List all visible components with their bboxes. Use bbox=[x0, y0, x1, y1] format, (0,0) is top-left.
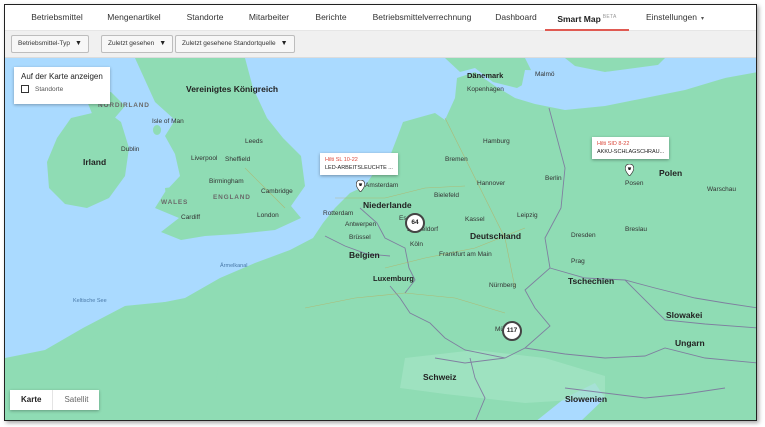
app-window: Betriebsmittel Mengenartikel Standorte M… bbox=[4, 4, 757, 421]
map-label-city: Kopenhagen bbox=[467, 86, 504, 93]
nav-item-betriebsmittelverrechnung[interactable]: Betriebsmittelverrechnung bbox=[367, 5, 477, 31]
map-type-toggle: Karte Satellit bbox=[10, 390, 100, 410]
standorte-checkbox-label: Standorte bbox=[35, 85, 64, 93]
map-label-country: Belgien bbox=[349, 250, 380, 260]
map-label-city: Posen bbox=[625, 180, 644, 187]
filter-label: Zuletzt gesehen bbox=[108, 40, 155, 47]
map-label-country: Deutschland bbox=[470, 231, 522, 241]
map-label-city: Birmingham bbox=[209, 178, 244, 185]
nav-label: Berichte bbox=[315, 12, 347, 22]
map-label-country: Dänemark bbox=[467, 71, 504, 80]
map-label-city: Rotterdam bbox=[323, 210, 354, 217]
map-label-city: Bremen bbox=[445, 156, 468, 163]
marker-popup[interactable]: Hilti SID 8-22 AKKU-SCHLAGSCHRAU... bbox=[592, 137, 670, 159]
map-label-city: Köln bbox=[410, 241, 424, 248]
marker-cluster[interactable]: 64 bbox=[405, 213, 425, 233]
triangle-down-icon: ▼ bbox=[159, 40, 167, 47]
overlay-title: Auf der Karte anzeigen bbox=[21, 72, 103, 81]
nav-item-berichte[interactable]: Berichte bbox=[311, 5, 351, 31]
top-navigation: Betriebsmittel Mengenartikel Standorte M… bbox=[5, 5, 756, 31]
map-label-city: Malmö bbox=[535, 71, 555, 78]
nav-item-smart-map[interactable]: Smart Map BETA bbox=[545, 5, 629, 31]
nav-label: Smart Map bbox=[557, 13, 601, 24]
marker-name: LED-ARBEITSLEUCHTE ... bbox=[325, 165, 393, 171]
map-label-country: Slowenien bbox=[565, 394, 608, 404]
map-label-city: Cambridge bbox=[261, 188, 293, 195]
map-label-city: Frankfurt am Main bbox=[439, 251, 492, 258]
map-type-satellit-button[interactable]: Satellit bbox=[52, 390, 99, 410]
marker-cluster[interactable]: 117 bbox=[502, 321, 522, 341]
map-label-country: Polen bbox=[659, 168, 683, 178]
map-label-city: Cardiff bbox=[181, 214, 201, 221]
marker-popup[interactable]: Hilti SL 10-22 LED-ARBEITSLEUCHTE ... bbox=[320, 153, 398, 175]
nav-item-dashboard[interactable]: Dashboard bbox=[491, 5, 541, 31]
nav-item-betriebsmittel[interactable]: Betriebsmittel bbox=[27, 5, 87, 31]
map-label-country: Schweiz bbox=[423, 372, 457, 382]
filter-label: Zuletzt gesehene Standortquelle bbox=[182, 40, 276, 47]
filter-bar: Betriebsmittel-Typ ▼ Zuletzt gesehen ▼ Zul… bbox=[5, 31, 756, 58]
map-type-karte-button[interactable]: Karte bbox=[10, 390, 52, 410]
map-label-country: Irland bbox=[83, 157, 107, 167]
map-label-city: Brüssel bbox=[349, 234, 371, 241]
map-label-city: London bbox=[257, 212, 279, 219]
map-label-city: Hamburg bbox=[483, 138, 510, 145]
triangle-down-icon: ▼ bbox=[75, 40, 82, 47]
map-label-city: Kassel bbox=[465, 216, 485, 223]
filter-standortquelle[interactable]: Zuletzt gesehene Standortquelle ▼ bbox=[175, 35, 295, 53]
map-label-sea: Keltische See bbox=[73, 298, 107, 304]
map-label-city: Bielefeld bbox=[434, 192, 459, 199]
marker-id: Hilti SL 10-22 bbox=[325, 157, 358, 163]
map-label-sea: Ärmelkanal bbox=[220, 263, 248, 269]
marker-id: Hilti SID 8-22 bbox=[597, 141, 630, 147]
chevron-down-icon: ▾ bbox=[701, 16, 705, 22]
map-label-city: Liverpool bbox=[191, 155, 218, 162]
map-label-city: Amsterdam bbox=[365, 182, 399, 189]
map-label-city: Leeds bbox=[245, 138, 263, 145]
map-label-city: Dublin bbox=[121, 146, 140, 153]
nav-item-mitarbeiter[interactable]: Mitarbeiter bbox=[245, 5, 293, 31]
nav-label: Einstellungen bbox=[645, 12, 698, 22]
filter-betriebsmittel-typ[interactable]: Betriebsmittel-Typ ▼ bbox=[11, 35, 89, 53]
map-label-city: Berlin bbox=[545, 175, 562, 182]
map-label-country: Tschechien bbox=[568, 276, 615, 286]
map-overlay-panel: Auf der Karte anzeigen Standorte bbox=[14, 67, 110, 104]
map-label-city: Warschau bbox=[707, 186, 737, 193]
marker-name: AKKU-SCHLAGSCHRAU... bbox=[597, 149, 665, 155]
nav-item-einstellungen[interactable]: Einstellungen ▾ bbox=[641, 5, 709, 31]
map-label-city: Prag bbox=[571, 258, 585, 265]
standorte-checkbox[interactable] bbox=[21, 85, 29, 93]
map-label-city: Sheffield bbox=[225, 156, 251, 163]
map-label-city: Dresden bbox=[571, 232, 596, 239]
map-canvas[interactable]: Vereinigtes Königreich Irland Niederland… bbox=[5, 58, 756, 420]
map-label-region: ENGLAND bbox=[213, 194, 251, 201]
map-label-country: Luxemburg bbox=[373, 274, 414, 283]
map-label-country: Vereinigtes Königreich bbox=[186, 84, 279, 94]
tool-pin-icon[interactable] bbox=[625, 164, 634, 176]
map-label-city: Leipzig bbox=[517, 212, 538, 219]
nav-label: Standorte bbox=[186, 12, 224, 22]
map-label-country: Slowakei bbox=[666, 310, 703, 320]
map-label-city: Antwerpen bbox=[345, 221, 377, 228]
filter-zuletzt-gesehen[interactable]: Zuletzt gesehen ▼ bbox=[101, 35, 174, 53]
map-label-city: Hannover bbox=[477, 180, 506, 187]
nav-label: Betriebsmittel bbox=[31, 12, 83, 22]
map-label-region: WALES bbox=[161, 199, 189, 206]
nav-item-mengenartikel[interactable]: Mengenartikel bbox=[102, 5, 166, 31]
filter-label: Betriebsmittel-Typ bbox=[18, 40, 71, 47]
map-label-city: Breslau bbox=[625, 226, 648, 233]
map-label-country: Ungarn bbox=[675, 338, 705, 348]
map-label-city: Isle of Man bbox=[152, 118, 184, 125]
beta-badge: BETA bbox=[602, 14, 617, 20]
triangle-down-icon: ▼ bbox=[280, 40, 288, 47]
nav-label: Dashboard bbox=[495, 12, 537, 22]
map-label-city: Nürnberg bbox=[489, 282, 517, 289]
nav-label: Mitarbeiter bbox=[248, 12, 290, 22]
nav-item-standorte[interactable]: Standorte bbox=[183, 5, 227, 31]
map-label-country: Niederlande bbox=[363, 200, 412, 210]
nav-label: Betriebsmittelverrechnung bbox=[372, 12, 472, 22]
map-background bbox=[5, 58, 756, 420]
nav-label: Mengenartikel bbox=[107, 12, 161, 22]
tool-pin-icon[interactable] bbox=[356, 180, 365, 192]
standorte-toggle-row[interactable]: Standorte bbox=[21, 85, 103, 93]
